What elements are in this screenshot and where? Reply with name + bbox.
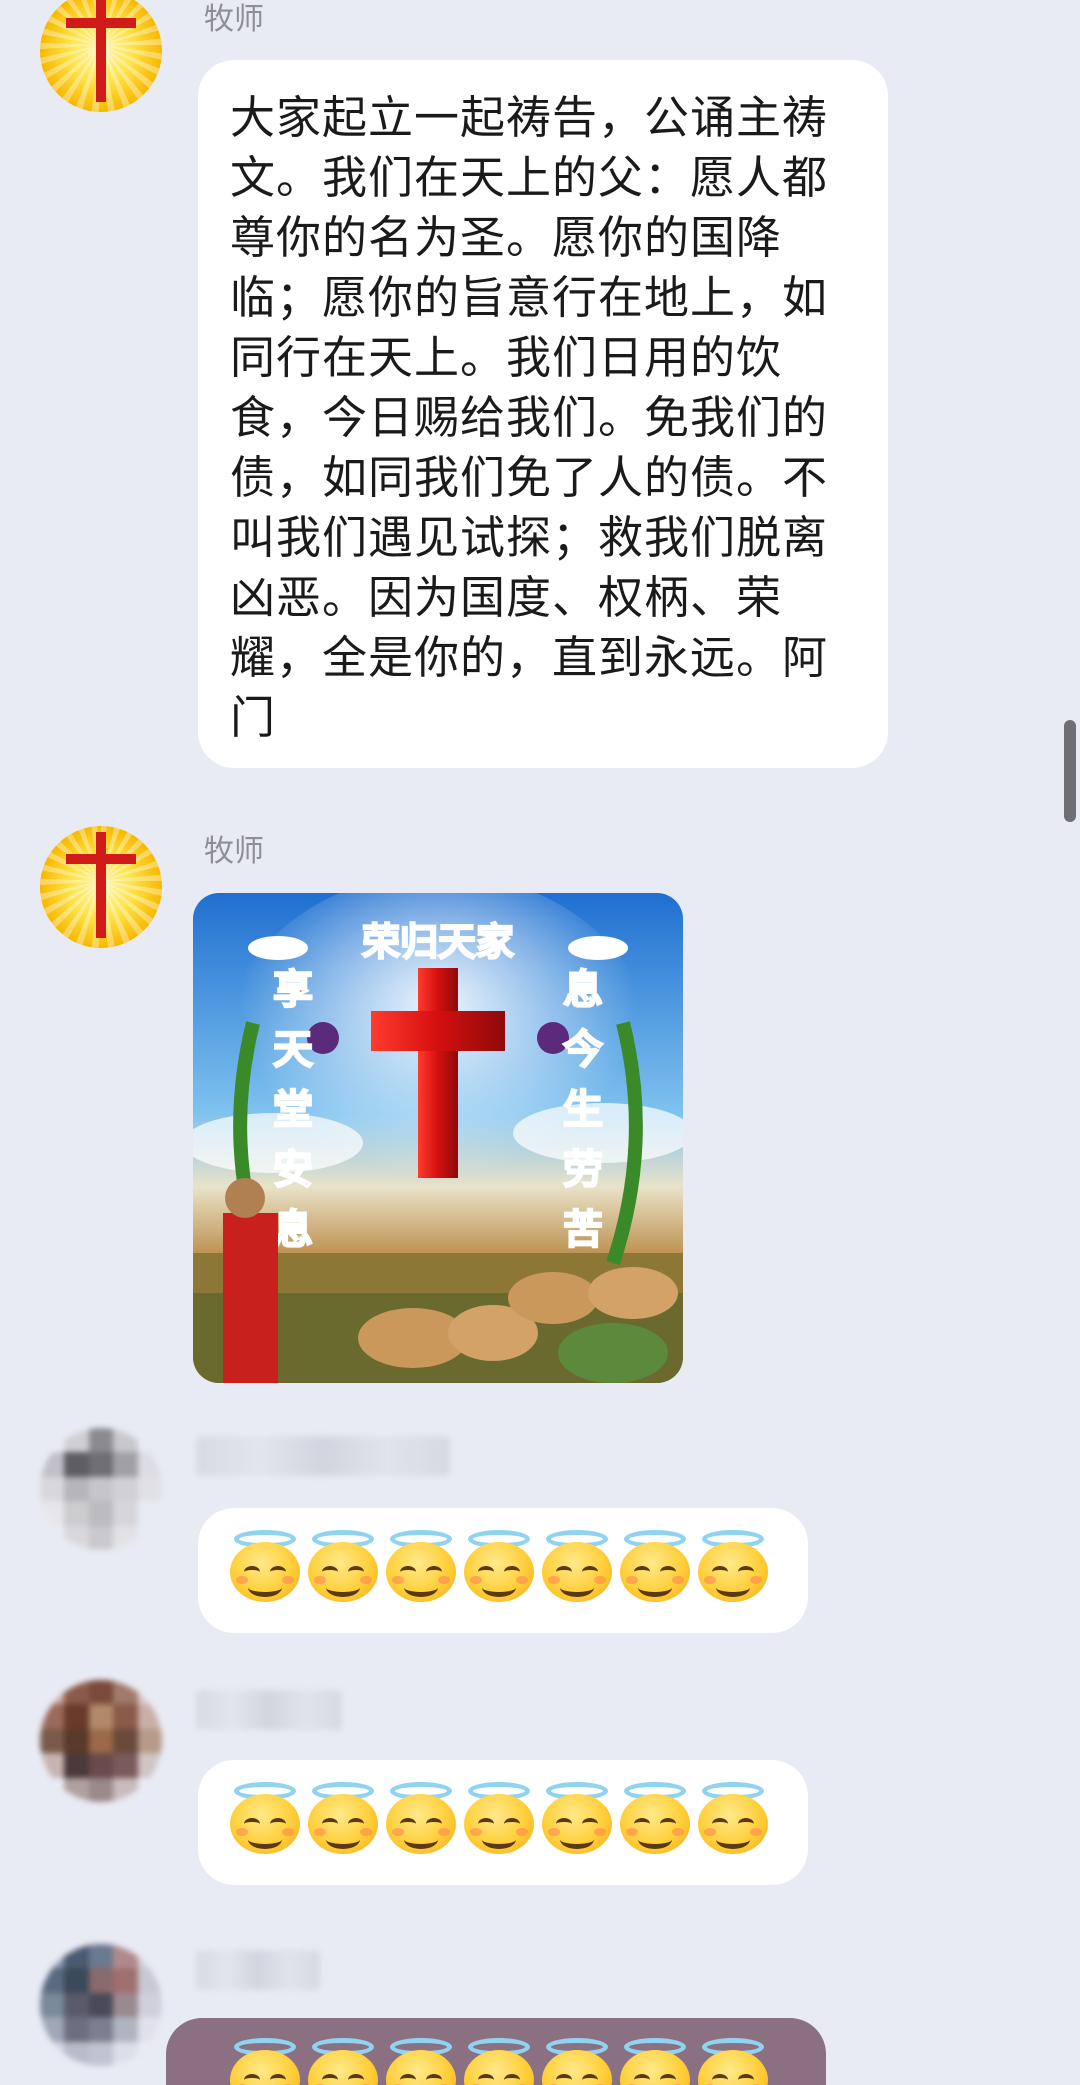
- sender-name: 牧师: [204, 834, 264, 869]
- user-avatar[interactable]: [40, 1944, 162, 2066]
- emoji-row: [228, 2036, 770, 2085]
- cross-bar: [66, 854, 136, 864]
- angel-emoji-icon: [618, 2036, 692, 2085]
- cross-icon: [96, 0, 106, 102]
- right-vertical-char: 劳: [563, 1147, 603, 1193]
- right-vertical-char: 息: [563, 967, 603, 1013]
- angel-emoji-icon: [384, 1780, 458, 1854]
- angel-emoji-icon: [306, 2036, 380, 2085]
- angel-emoji-icon: [462, 1780, 536, 1854]
- message-text: 大家起立一起祷告，公诵主祷文。我们在天上的父：愿人都尊你的名为圣。愿你的国降临；…: [230, 91, 829, 744]
- cross-bar: [66, 18, 136, 28]
- angel-emoji-icon: [462, 2036, 536, 2085]
- right-vertical-char: 今: [563, 1027, 603, 1073]
- angel-emoji-icon: [618, 1528, 692, 1602]
- angel-emoji-icon: [618, 1780, 692, 1854]
- angel-emoji-icon: [228, 2036, 302, 2085]
- angel-emoji-icon: [696, 1528, 770, 1602]
- scrollbar-thumb[interactable]: [1064, 720, 1076, 822]
- angel-emoji-icon: [540, 1780, 614, 1854]
- left-vertical-char: 堂: [273, 1087, 313, 1133]
- user-avatar[interactable]: [40, 1428, 162, 1550]
- sender-name-blurred: [196, 1690, 342, 1730]
- angel-emoji-icon: [540, 1528, 614, 1602]
- angel-emoji-icon: [306, 1780, 380, 1854]
- pastor-avatar[interactable]: [40, 826, 162, 948]
- sender-name: 牧师: [204, 2, 264, 37]
- angel-emoji-icon: [696, 1780, 770, 1854]
- angel-emoji-icon: [462, 1528, 536, 1602]
- emoji-row: [228, 1780, 770, 1854]
- image-message[interactable]: 荣归天家 享 天 堂 安 息 息 今 生 劳 苦: [193, 893, 683, 1383]
- left-vertical-char: 安: [273, 1147, 313, 1193]
- cross-icon: [96, 832, 106, 938]
- left-vertical-char: 享: [273, 967, 313, 1013]
- sender-name-blurred: [196, 1950, 320, 1990]
- angel-emoji-icon: [384, 1528, 458, 1602]
- angel-emoji-icon: [696, 2036, 770, 2085]
- angel-emoji-icon: [540, 2036, 614, 2085]
- user-avatar[interactable]: [40, 1680, 162, 1802]
- angel-emoji-icon: [228, 1528, 302, 1602]
- emoji-row: [228, 1528, 770, 1602]
- chat-window: 牧师 大家起立一起祷告，公诵主祷文。我们在天上的父：愿人都尊你的名为圣。愿你的国…: [0, 0, 1080, 2085]
- angel-emoji-icon: [228, 1780, 302, 1854]
- sender-name-blurred: [196, 1436, 450, 1476]
- right-vertical-char: 苦: [563, 1207, 603, 1253]
- right-vertical-char: 生: [563, 1087, 603, 1133]
- religious-poster-image: 荣归天家 享 天 堂 安 息 息 今 生 劳 苦: [193, 893, 683, 1383]
- angel-emoji-icon: [384, 2036, 458, 2085]
- pastor-avatar[interactable]: [40, 0, 162, 112]
- angel-emoji-icon: [306, 1528, 380, 1602]
- banner-text: 荣归天家: [362, 920, 514, 964]
- left-vertical-char: 息: [273, 1207, 313, 1253]
- left-vertical-char: 天: [273, 1027, 313, 1073]
